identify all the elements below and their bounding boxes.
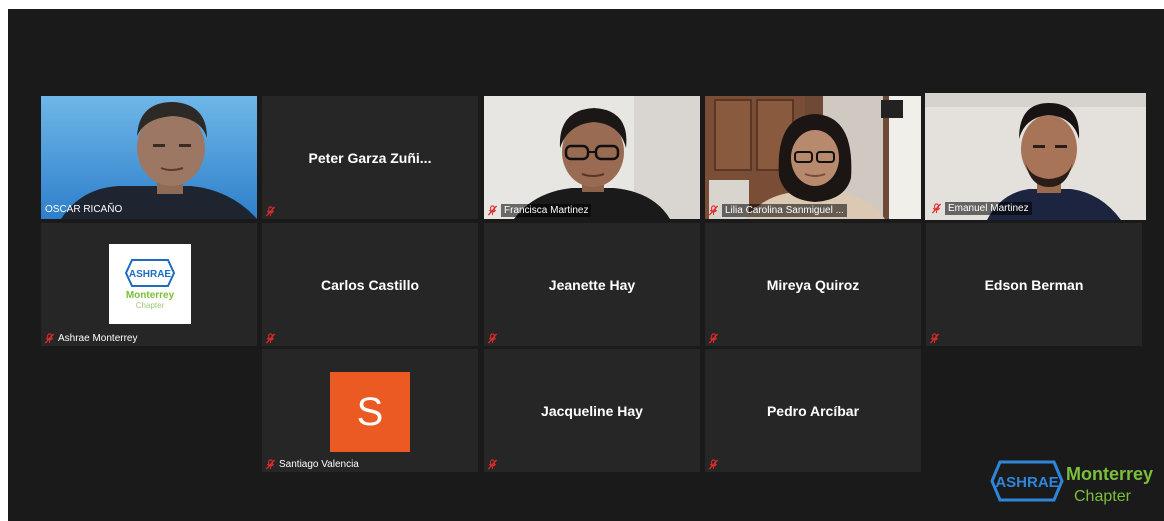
svg-text:ASHRAE: ASHRAE (129, 269, 172, 280)
participant-name: OSCAR RICAÑO (45, 204, 123, 215)
participant-label (265, 206, 276, 217)
participant-display-name: Edson Berman (984, 276, 1084, 293)
mic-muted-icon (708, 333, 719, 344)
svg-text:Monterrey: Monterrey (1066, 464, 1153, 484)
mic-muted-icon (487, 333, 498, 344)
name-tile-edson-berman[interactable]: Edson Berman (926, 223, 1142, 346)
name-tile-mireya-quiroz[interactable]: Mireya Quiroz (705, 223, 921, 346)
mic-muted-icon (265, 333, 276, 344)
participant-label (265, 333, 276, 344)
participant-video (41, 96, 257, 219)
participant-display-name: Jacqueline Hay (541, 402, 643, 419)
participant-label: Emanuel Martinez (931, 202, 1032, 215)
video-tile-lilia-carolina[interactable]: Lilia Carolina Sanmiguel ... (705, 96, 921, 219)
participant-label (929, 333, 940, 344)
name-tile-jacqueline-hay[interactable]: Jacqueline Hay (484, 349, 700, 472)
participant-label (487, 333, 498, 344)
participant-label: OSCAR RICAÑO (45, 204, 122, 215)
ashrae-logo: ASHRAE Monterrey Chapter (109, 244, 191, 324)
name-tile-jeanette-hay[interactable]: Jeanette Hay (484, 223, 700, 346)
video-tile-emanuel-martinez[interactable]: Emanuel Martinez (925, 93, 1146, 220)
participant-display-name: Pedro Arcíbar (766, 402, 860, 419)
participant-label (487, 459, 498, 470)
participant-display-name: Jeanette Hay (548, 276, 636, 293)
mic-muted-icon (265, 206, 276, 217)
mic-muted-icon (708, 459, 719, 470)
name-tile-peter-garza[interactable]: Peter Garza Zuñi... (262, 96, 478, 219)
ashrae-monterrey-watermark: ASHRAE Monterrey Chapter (990, 460, 1153, 505)
participant-display-name: Mireya Quiroz (766, 276, 860, 293)
avatar: S (330, 372, 410, 452)
logo-chapter-name: Monterrey (125, 290, 175, 301)
participant-label (708, 459, 719, 470)
participant-video (925, 93, 1146, 220)
mic-muted-icon (265, 459, 276, 470)
participant-label (708, 333, 719, 344)
participant-video (484, 96, 700, 219)
logo-chapter-label: Chapter (135, 301, 165, 310)
participant-name: Lilia Carolina Sanmiguel ... (722, 204, 847, 217)
participant-name: Santiago Valencia (279, 459, 359, 470)
participant-label: Santiago Valencia (265, 459, 359, 470)
logo-tile-ashrae-monterrey[interactable]: ASHRAE Monterrey Chapter Ashrae Monterre… (41, 223, 257, 346)
video-tile-oscar-ricano[interactable]: OSCAR RICAÑO (41, 96, 257, 219)
video-tile-francisca-martinez[interactable]: Francisca Martinez (484, 96, 700, 219)
mic-muted-icon (931, 203, 942, 214)
participant-label: Lilia Carolina Sanmiguel ... (708, 204, 847, 217)
name-tile-pedro-arcibar[interactable]: Pedro Arcíbar (705, 349, 921, 472)
mic-muted-icon (929, 333, 940, 344)
mic-muted-icon (44, 333, 55, 344)
svg-text:ASHRAE: ASHRAE (995, 474, 1058, 491)
participant-video (705, 96, 921, 219)
name-tile-carlos-castillo[interactable]: Carlos Castillo (262, 223, 478, 346)
mic-muted-icon (487, 205, 498, 216)
participant-display-name: Carlos Castillo (320, 276, 420, 293)
participant-label: Francisca Martinez (487, 204, 592, 217)
mic-muted-icon (487, 459, 498, 470)
avatar-tile-santiago-valencia[interactable]: S Santiago Valencia (262, 349, 478, 472)
svg-text:Chapter: Chapter (1074, 488, 1132, 505)
participant-name: Emanuel Martinez (945, 202, 1032, 215)
participant-name: Ashrae Monterrey (58, 333, 138, 344)
mic-muted-icon (708, 205, 719, 216)
ashrae-hexagon-icon: ASHRAE (124, 259, 176, 287)
meeting-window: OSCAR RICAÑO Peter Garza Zuñi... Francis… (8, 9, 1164, 521)
participant-label: Ashrae Monterrey (44, 333, 137, 344)
participant-name: Francisca Martinez (501, 204, 592, 217)
participant-display-name: Peter Garza Zuñi... (308, 149, 432, 166)
